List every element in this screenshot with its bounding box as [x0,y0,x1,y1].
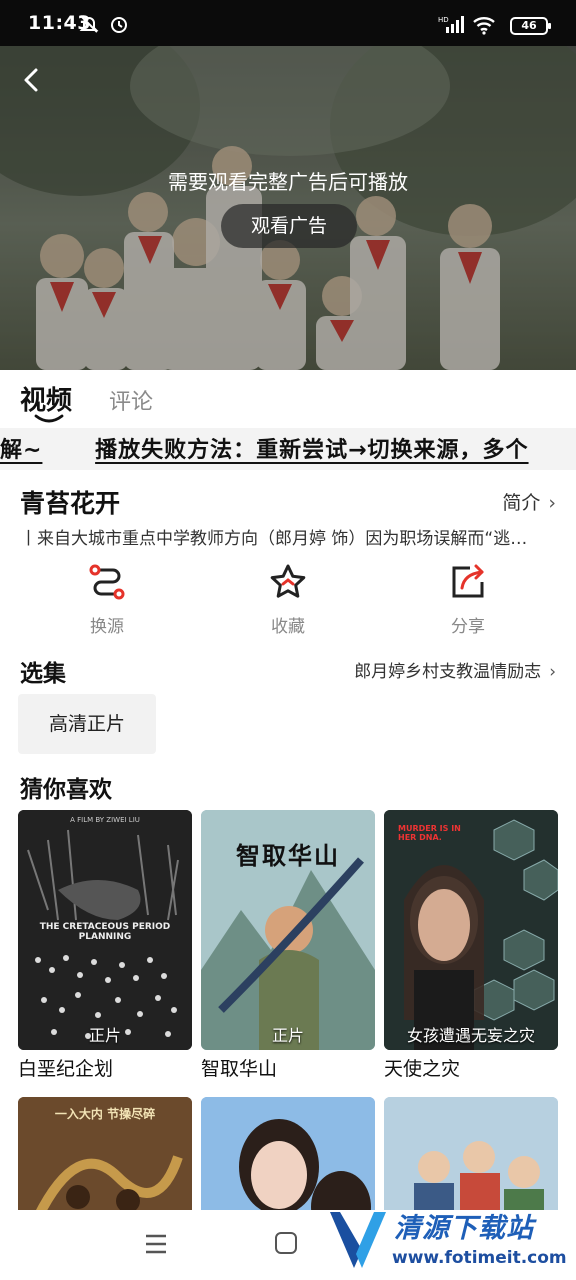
notice-text: 解~ 播放失败方法：重新尝试→切换来源，多个 [0,432,529,464]
status-bar: 11:43 HD 46 [0,0,576,46]
home-button[interactable] [275,1232,297,1254]
tab-comments[interactable]: 评论 [109,384,153,416]
poster-tag: 女孩遭遇无妄之灾 [406,1026,535,1045]
notice-marquee: 解~ 播放失败方法：重新尝试→切换来源，多个 [0,428,576,470]
tab-video[interactable]: 视频 [20,380,72,417]
episodes-heading: 选集 [20,661,66,687]
back-arrow-icon [24,68,38,92]
recommend-card[interactable]: 智取华山 正片 智取华山 [201,810,375,1081]
poster-zhiquhuashan: 智取华山 正片 [201,810,375,1050]
notice-lead: 解~ [0,438,43,463]
share-icon [452,564,484,598]
ad-required-message: 需要观看完整广告后可播放 [168,170,408,194]
signal-icon: HD [438,15,466,39]
share-label: 分享 [451,617,485,637]
movie-title: 青苔花开 [20,489,121,518]
episodes-subtitle-link[interactable]: 郎月婷乡村支教温情励志 › [354,657,556,682]
poster-tag: 正片 [271,1026,304,1045]
intro-link[interactable]: 简介 › [502,488,556,515]
recommend-card[interactable]: MURDER IS IN HER DNA. 女孩遭遇无妄之灾 天使之灾 [384,810,558,1081]
card-title: 天使之灾 [384,1058,461,1080]
intro-link-label: 简介 [502,492,541,514]
card-title: 智取华山 [201,1058,278,1080]
share-button[interactable]: 分享 [418,562,518,637]
menu-icon[interactable] [144,1233,168,1255]
favorite-button[interactable]: 收藏 [238,562,338,637]
poster-tag: 正片 [88,1026,121,1045]
recommend-card-row2[interactable]: 一入大内 节操尽碎 [18,1097,192,1227]
poster-title-text: 一入大内 节操尽碎 [54,1107,156,1121]
alarm-icon [108,13,130,39]
episode-chip[interactable]: 高清正片 [18,694,156,754]
poster-art [384,810,558,1050]
mute-notification-icon [78,13,100,39]
site-watermark: 清源下载站 www.fotimeit.com [326,1196,567,1280]
switch-source-button[interactable]: 换源 [57,562,157,637]
tab-active-indicator [34,414,64,423]
watch-ad-button[interactable]: 观看广告 [221,204,357,248]
watermark-logo-icon [330,1212,386,1268]
switch-source-icon [89,564,125,600]
favorite-label: 收藏 [271,617,305,637]
switch-source-label: 换源 [90,617,124,637]
poster-tagline: MURDER IS IN HER DNA. [398,824,461,842]
content-tabs: 视频 评论 [0,370,576,428]
action-bar: 换源 收藏 分享 [0,562,576,642]
chevron-right-icon: › [549,662,556,682]
notice-message: 播放失败方法：重新尝试→切换来源，多个 [95,438,529,463]
watermark-name: 清源下载站 [394,1213,534,1244]
card-title: 白垩纪企划 [18,1058,114,1080]
watermark-url: www.fotimeit.com [392,1248,567,1268]
svg-text:HD: HD [438,16,449,24]
movie-description: 丨来自大城市重点中学教师方向（郎月婷 饰）因为职场误解而“逃… [20,529,528,549]
chevron-right-icon: › [548,492,556,514]
episodes-subtitle: 郎月婷乡村支教温情励志 [354,662,542,682]
poster-cretaceous: A FILM BY ZIWEI LIU THE CRETACEOUS PERIO… [18,810,192,1050]
back-button[interactable] [14,62,50,98]
poster-credit: A FILM BY ZIWEI LIU [70,816,140,824]
video-player[interactable]: 需要观看完整广告后可播放 观看广告 [0,46,576,370]
poster-title-text: THE CRETACEOUS PERIOD PLANNING [39,922,171,942]
poster-tianshizhizai: MURDER IS IN HER DNA. 女孩遭遇无妄之灾 [384,810,558,1050]
battery-icon: 46 [510,17,551,35]
poster-title-text: 智取华山 [236,842,340,870]
star-icon [270,564,306,598]
wifi-icon [472,15,496,39]
recommend-heading: 猜你喜欢 [20,777,112,803]
recommend-card[interactable]: A FILM BY ZIWEI LIU THE CRETACEOUS PERIO… [18,810,192,1081]
